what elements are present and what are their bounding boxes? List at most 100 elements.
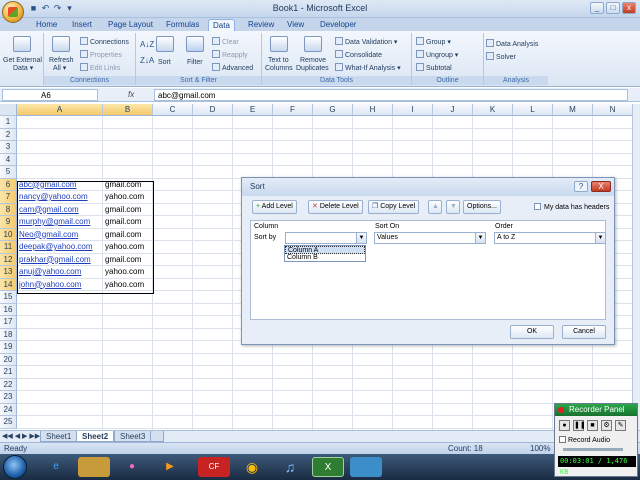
tab-formulas[interactable]: Formulas [162, 19, 203, 31]
record-icon[interactable]: ● [559, 420, 570, 431]
record-audio-checkbox[interactable]: Record Audio [559, 436, 610, 444]
row-header-7[interactable]: 7 [0, 191, 17, 204]
row-header-20[interactable]: 20 [0, 353, 17, 366]
row-header-1[interactable]: 1 [0, 116, 17, 129]
ungroup-button[interactable]: Ungroup ▾ [416, 50, 458, 60]
chrome-icon[interactable]: ◉ [236, 457, 268, 477]
delete-level-button[interactable]: ✕ Delete Level [308, 200, 363, 214]
select-all-corner[interactable] [0, 104, 17, 116]
row-header-10[interactable]: 10 [0, 228, 17, 241]
column-header-g[interactable]: G [313, 104, 353, 116]
row-header-4[interactable]: 4 [0, 153, 17, 166]
remove-duplicates-button[interactable]: Remove Duplicates [296, 57, 329, 73]
row-header-15[interactable]: 15 [0, 291, 17, 304]
row-header-19[interactable]: 19 [0, 341, 17, 354]
add-level-button[interactable]: + Add Level [252, 200, 297, 214]
column-option-b[interactable]: Column B [285, 254, 365, 262]
headers-checkbox[interactable]: My data has headers [534, 203, 609, 211]
sort-za-icon[interactable]: Z↓A [140, 57, 154, 65]
maximize-icon[interactable]: □ [606, 2, 620, 14]
row-header-8[interactable]: 8 [0, 203, 17, 216]
tab-page-layout[interactable]: Page Layout [104, 19, 157, 31]
help-icon[interactable]: ? [574, 181, 588, 192]
properties-button[interactable]: Properties [80, 50, 122, 60]
column-header-b[interactable]: B [103, 104, 153, 116]
sort-button[interactable]: Sort [158, 59, 171, 67]
cancel-button[interactable]: Cancel [562, 325, 606, 339]
formula-input[interactable]: abc@gmail.com [154, 89, 628, 101]
row-header-23[interactable]: 23 [0, 391, 17, 404]
tab-data[interactable]: Data [208, 19, 235, 31]
data-validation-button[interactable]: Data Validation ▾ [335, 37, 397, 47]
filter-button[interactable]: Filter [187, 59, 203, 67]
column-header-j[interactable]: J [433, 104, 473, 116]
start-button[interactable] [3, 455, 27, 479]
connections-button[interactable]: Connections [80, 37, 129, 47]
dropdown-arrow-icon[interactable]: ▼ [595, 233, 605, 243]
row-header-3[interactable]: 3 [0, 141, 17, 154]
tab-home[interactable]: Home [32, 19, 61, 31]
itunes-icon[interactable]: ♫ [274, 457, 306, 477]
sort-az-icon[interactable]: A↓Z [140, 41, 154, 49]
row-header-9[interactable]: 9 [0, 216, 17, 229]
row-header-25[interactable]: 25 [0, 416, 17, 429]
row-header-12[interactable]: 12 [0, 253, 17, 266]
settings-icon[interactable]: ⚙ [601, 420, 612, 431]
clear-button[interactable]: Clear [212, 37, 239, 47]
media-icon[interactable]: ● [116, 457, 148, 477]
player-icon[interactable]: ▶ [154, 457, 186, 477]
edit-links-button[interactable]: Edit Links [80, 63, 120, 73]
dropdown-arrow-icon[interactable]: ▼ [356, 233, 366, 243]
sheet-tab-3[interactable]: Sheet3 [114, 431, 152, 442]
dialog-close-button[interactable]: X [591, 181, 611, 192]
sort-on-select[interactable]: Values ▼ [374, 232, 486, 244]
column-header-e[interactable]: E [233, 104, 273, 116]
column-option-a[interactable]: Column A [285, 246, 365, 254]
edit-icon[interactable]: ✎ [615, 420, 626, 431]
tab-view[interactable]: View [283, 19, 308, 31]
order-select[interactable]: A to Z ▼ [494, 232, 606, 244]
dropdown-arrow-icon[interactable]: ▼ [475, 233, 485, 243]
ie-icon[interactable]: e [40, 457, 72, 477]
sheet-nav-arrows-icon[interactable]: ◀◀ ◀ ▶ ▶▶ [2, 431, 40, 442]
cf-app-icon[interactable]: CF [198, 457, 230, 477]
get-external-data-button[interactable]: Get External Data ▾ [3, 57, 42, 73]
options-button[interactable]: Options... [463, 200, 501, 214]
insert-sheet-icon[interactable] [150, 431, 164, 442]
column-header-c[interactable]: C [153, 104, 193, 116]
text-to-columns-button[interactable]: Text to Columns [265, 57, 293, 73]
column-header-m[interactable]: M [553, 104, 593, 116]
sheet-tab-2[interactable]: Sheet2 [76, 431, 115, 442]
tab-developer[interactable]: Developer [316, 19, 360, 31]
tab-review[interactable]: Review [244, 19, 278, 31]
row-header-5[interactable]: 5 [0, 166, 17, 179]
column-header-l[interactable]: L [513, 104, 553, 116]
advanced-button[interactable]: Advanced [212, 63, 253, 73]
row-header-24[interactable]: 24 [0, 403, 17, 416]
window-app-icon[interactable] [350, 457, 382, 477]
vertical-scrollbar[interactable] [632, 104, 640, 430]
folder-icon[interactable] [78, 457, 110, 477]
row-header-6[interactable]: 6 [0, 178, 17, 191]
column-header-n[interactable]: N [593, 104, 632, 116]
name-box[interactable]: A6 [2, 89, 98, 101]
volume-slider[interactable] [563, 448, 623, 451]
column-header-h[interactable]: H [353, 104, 393, 116]
sort-by-select[interactable]: ▼ [285, 232, 367, 244]
group-button[interactable]: Group ▾ [416, 37, 451, 47]
ok-button[interactable]: OK [510, 325, 554, 339]
column-header-d[interactable]: D [193, 104, 233, 116]
excel-icon[interactable]: X [312, 457, 344, 477]
column-header-k[interactable]: K [473, 104, 513, 116]
column-header-a[interactable]: A [17, 104, 103, 116]
move-up-icon[interactable]: ▲ [428, 200, 442, 214]
what-if-analysis-button[interactable]: What-If Analysis ▾ [335, 63, 401, 73]
minimize-icon[interactable]: _ [590, 2, 604, 14]
copy-level-button[interactable]: ❐ Copy Level [368, 200, 420, 214]
move-down-icon[interactable]: ▼ [446, 200, 460, 214]
solver-button[interactable]: Solver [486, 52, 516, 62]
row-header-17[interactable]: 17 [0, 316, 17, 329]
sheet-tab-1[interactable]: Sheet1 [40, 431, 78, 442]
checkbox-icon[interactable] [534, 203, 541, 210]
row-header-11[interactable]: 11 [0, 241, 17, 254]
